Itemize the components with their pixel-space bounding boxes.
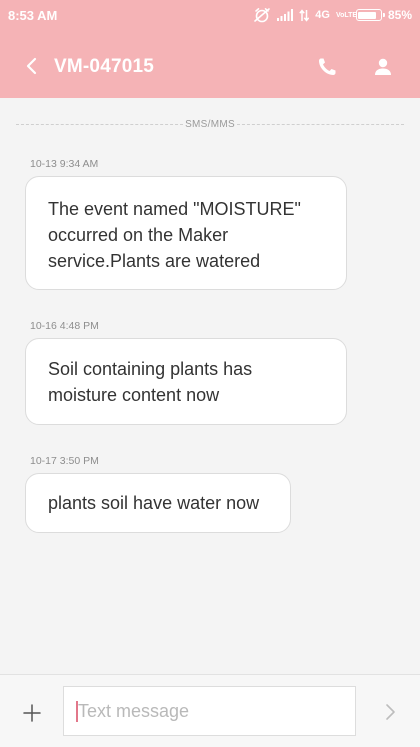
message-line: Soil containing plants has [48,359,253,379]
divider-line-left [16,123,184,125]
contact-info-button[interactable] [370,54,396,80]
message-bubble[interactable]: plants soil have water now [25,473,291,533]
message-bubble[interactable]: The event named "MOISTURE" occurred on t… [25,176,347,290]
message-line: The event named "MOISTURE" [48,199,301,219]
message-line: moisture content now [48,385,220,405]
message-timestamp: 10-17 3:50 PM [30,455,99,467]
send-arrow-icon [386,704,395,720]
battery-icon [355,9,385,21]
signal-icon [277,9,294,21]
call-button[interactable] [314,54,340,80]
network-type: 4G [315,9,330,21]
alarm-off-icon [253,7,271,23]
status-time: 8:53 AM [8,8,58,23]
battery-percent: 85% [387,8,412,22]
attach-button[interactable] [22,703,42,723]
volte-icon: VoLTE [335,11,358,19]
message-line: service.Plants are watered [48,251,261,271]
channel-label: SMS/MMS [185,118,235,130]
plus-icon [23,704,41,722]
person-icon [375,58,391,75]
chevron-left-icon [26,57,37,75]
top-area: 8:53 AM 4G VoLTE 85% VM-047015 [0,0,420,98]
conversation-thread[interactable]: SMS/MMS 10-13 9:34 AM The event named "M… [0,98,420,674]
battery-nub [382,13,385,17]
back-button[interactable] [20,54,44,78]
composer-bar [0,674,420,747]
message-line: occurred on the Maker [48,225,229,245]
status-icons: 4G VoLTE 85% [253,6,412,24]
channel-divider: SMS/MMS [16,118,405,130]
contact-title: VM-047015 [54,56,155,77]
divider-line-right [236,123,405,125]
message-line: plants soil have water now [48,493,260,513]
message-bubble[interactable]: Soil containing plants has moisture cont… [25,338,347,425]
message-input[interactable] [63,686,356,736]
data-arrows-icon [299,8,310,22]
battery-fill [358,11,377,19]
message-timestamp: 10-16 4:48 PM [30,320,99,332]
send-button[interactable] [381,702,399,722]
app-bar: VM-047015 [0,36,420,96]
phone-icon [319,58,336,75]
status-bar: 8:53 AM 4G VoLTE 85% [0,0,420,30]
message-timestamp: 10-13 9:34 AM [30,158,99,170]
text-cursor [76,701,78,722]
